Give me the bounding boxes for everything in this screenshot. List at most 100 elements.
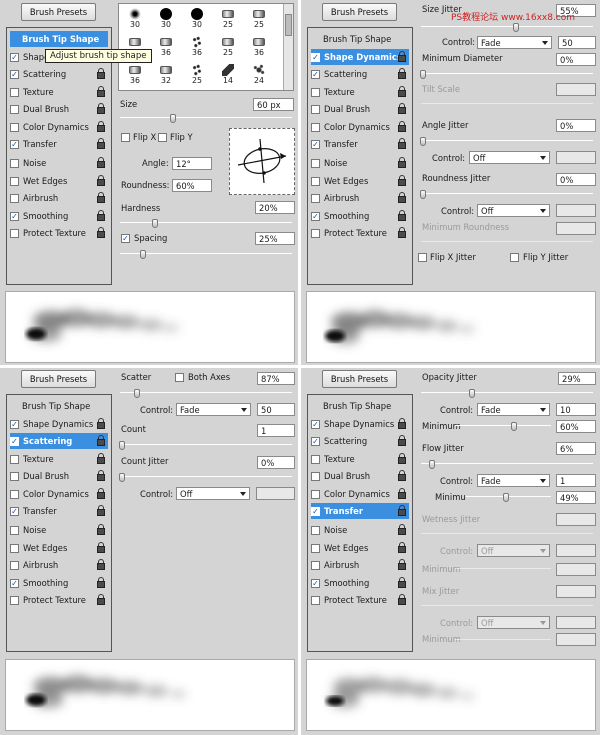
- lock-icon[interactable]: [397, 86, 407, 97]
- lock-icon[interactable]: [96, 559, 106, 570]
- min-roundness-slider-track[interactable]: [421, 241, 593, 242]
- angle-roundness-widget[interactable]: [229, 128, 295, 195]
- list-item-wet-edges[interactable]: Wet Edges: [10, 173, 108, 189]
- lock-icon[interactable]: [96, 121, 106, 132]
- list-item-brush-tip-shape[interactable]: Brush Tip Shape: [311, 398, 409, 414]
- lock-icon[interactable]: [397, 453, 407, 464]
- lock-icon[interactable]: [96, 505, 106, 516]
- checkbox[interactable]: [311, 525, 320, 535]
- lock-icon[interactable]: [96, 227, 106, 238]
- control-dropdown[interactable]: Fade: [477, 36, 552, 49]
- list-item-airbrush[interactable]: Airbrush: [311, 190, 409, 206]
- roundness-jitter-field[interactable]: 0%: [556, 173, 596, 186]
- lock-icon[interactable]: [397, 121, 407, 132]
- fade-steps-field[interactable]: 50: [558, 36, 596, 49]
- flow-jitter-slider-thumb[interactable]: [429, 460, 435, 469]
- checkbox[interactable]: [311, 104, 320, 114]
- lock-icon[interactable]: [96, 435, 106, 446]
- list-item-texture[interactable]: Texture: [10, 84, 108, 100]
- checkbox[interactable]: ✓: [10, 506, 19, 516]
- lock-icon[interactable]: [397, 470, 407, 481]
- lock-icon[interactable]: [397, 418, 407, 429]
- brush-tip-cell[interactable]: 25: [186, 62, 208, 88]
- flow-control-dropdown[interactable]: Fade: [477, 474, 550, 487]
- list-item-scattering[interactable]: ✓ Scattering: [311, 433, 409, 449]
- list-item-shape-dynamics[interactable]: ✓ Shape Dynamics: [10, 416, 108, 432]
- checkbox[interactable]: ✓: [311, 419, 320, 429]
- lock-icon[interactable]: [397, 210, 407, 221]
- checkbox[interactable]: [311, 193, 320, 203]
- brush-tip-cell[interactable]: 36: [124, 62, 146, 88]
- fade-steps-field[interactable]: 50: [257, 403, 295, 416]
- wetness-jitter-field[interactable]: [556, 513, 596, 526]
- lock-icon[interactable]: [96, 175, 106, 186]
- list-item-transfer[interactable]: ✓ Transfer: [10, 503, 108, 519]
- list-item-texture[interactable]: Texture: [10, 451, 108, 467]
- lock-icon[interactable]: [96, 542, 106, 553]
- control-dropdown[interactable]: Fade: [477, 403, 550, 416]
- flow-minimum-slider-thumb[interactable]: [503, 493, 509, 502]
- minimum-slider-track[interactable]: [455, 425, 551, 426]
- list-item-protect-texture[interactable]: Protect Texture: [311, 225, 409, 241]
- brush-presets-button[interactable]: Brush Presets: [21, 370, 96, 388]
- checkbox[interactable]: [10, 176, 19, 186]
- checkbox[interactable]: [10, 525, 19, 535]
- checkbox[interactable]: ✓: [311, 69, 320, 79]
- lock-icon[interactable]: [397, 505, 407, 516]
- both-axes-checkbox[interactable]: [175, 373, 184, 382]
- lock-icon[interactable]: [96, 470, 106, 481]
- list-item-protect-texture[interactable]: Protect Texture: [10, 225, 108, 241]
- scatter-slider-thumb[interactable]: [134, 389, 140, 398]
- checkbox[interactable]: [311, 560, 320, 570]
- flip-x-checkbox[interactable]: [121, 133, 130, 142]
- mix-control-dropdown[interactable]: Off: [477, 616, 550, 629]
- minimum-field[interactable]: 60%: [556, 420, 596, 433]
- checkbox[interactable]: [10, 193, 19, 203]
- list-item-protect-texture[interactable]: Protect Texture: [10, 592, 108, 608]
- checkbox[interactable]: [10, 104, 19, 114]
- list-item-transfer[interactable]: ✓ Transfer: [311, 136, 409, 152]
- checkbox[interactable]: [311, 454, 320, 464]
- list-item-airbrush[interactable]: Airbrush: [10, 190, 108, 206]
- lock-icon[interactable]: [96, 157, 106, 168]
- list-item-shape-dynamics[interactable]: ✓ Shape Dynamics: [311, 49, 409, 65]
- flip-y-jitter-checkbox[interactable]: [510, 253, 519, 262]
- brush-presets-button[interactable]: Brush Presets: [322, 3, 397, 21]
- checkbox[interactable]: ✓: [311, 139, 320, 149]
- checkbox[interactable]: [311, 471, 320, 481]
- count-slider-track[interactable]: [120, 444, 292, 445]
- brush-tip-grid[interactable]: 303030252536363625363632251424: [118, 3, 294, 91]
- minimum-slider-thumb[interactable]: [511, 422, 517, 431]
- list-item-brush-tip-shape[interactable]: Brush Tip Shape: [10, 31, 108, 47]
- angle-control-dropdown[interactable]: Off: [469, 151, 550, 164]
- checkbox[interactable]: ✓: [10, 52, 19, 62]
- wetness-minimum-field[interactable]: [556, 563, 596, 576]
- checkbox[interactable]: [10, 228, 19, 238]
- checkbox[interactable]: ✓: [10, 578, 19, 588]
- lock-icon[interactable]: [96, 577, 106, 588]
- flow-jitter-slider-track[interactable]: [421, 463, 593, 464]
- lock-icon[interactable]: [397, 227, 407, 238]
- list-item-wet-edges[interactable]: Wet Edges: [311, 173, 409, 189]
- brush-tip-cell[interactable]: 30: [186, 6, 208, 32]
- wetness-minimum-slider-track[interactable]: [455, 568, 551, 569]
- list-item-transfer[interactable]: ✓ Transfer: [311, 503, 409, 519]
- list-item-smoothing[interactable]: ✓ Smoothing: [10, 208, 108, 224]
- fade-steps-field[interactable]: 10: [556, 403, 596, 416]
- checkbox[interactable]: [311, 176, 320, 186]
- opacity-jitter-slider-track[interactable]: [421, 392, 593, 393]
- mix-jitter-slider-track[interactable]: [421, 605, 593, 606]
- lock-icon[interactable]: [96, 138, 106, 149]
- checkbox[interactable]: [10, 471, 19, 481]
- checkbox[interactable]: ✓: [10, 69, 19, 79]
- lock-icon[interactable]: [96, 453, 106, 464]
- list-item-shape-dynamics[interactable]: ✓ Shape Dynamics: [311, 416, 409, 432]
- roundness-jitter-slider-thumb[interactable]: [420, 190, 426, 199]
- roundness-jitter-slider-track[interactable]: [421, 193, 593, 194]
- checkbox[interactable]: [10, 87, 19, 97]
- scatter-slider-track[interactable]: [120, 392, 292, 393]
- checkbox[interactable]: ✓: [311, 436, 320, 446]
- angle-jitter-slider-thumb[interactable]: [420, 137, 426, 146]
- hardness-slider-thumb[interactable]: [152, 219, 158, 228]
- lock-icon[interactable]: [397, 138, 407, 149]
